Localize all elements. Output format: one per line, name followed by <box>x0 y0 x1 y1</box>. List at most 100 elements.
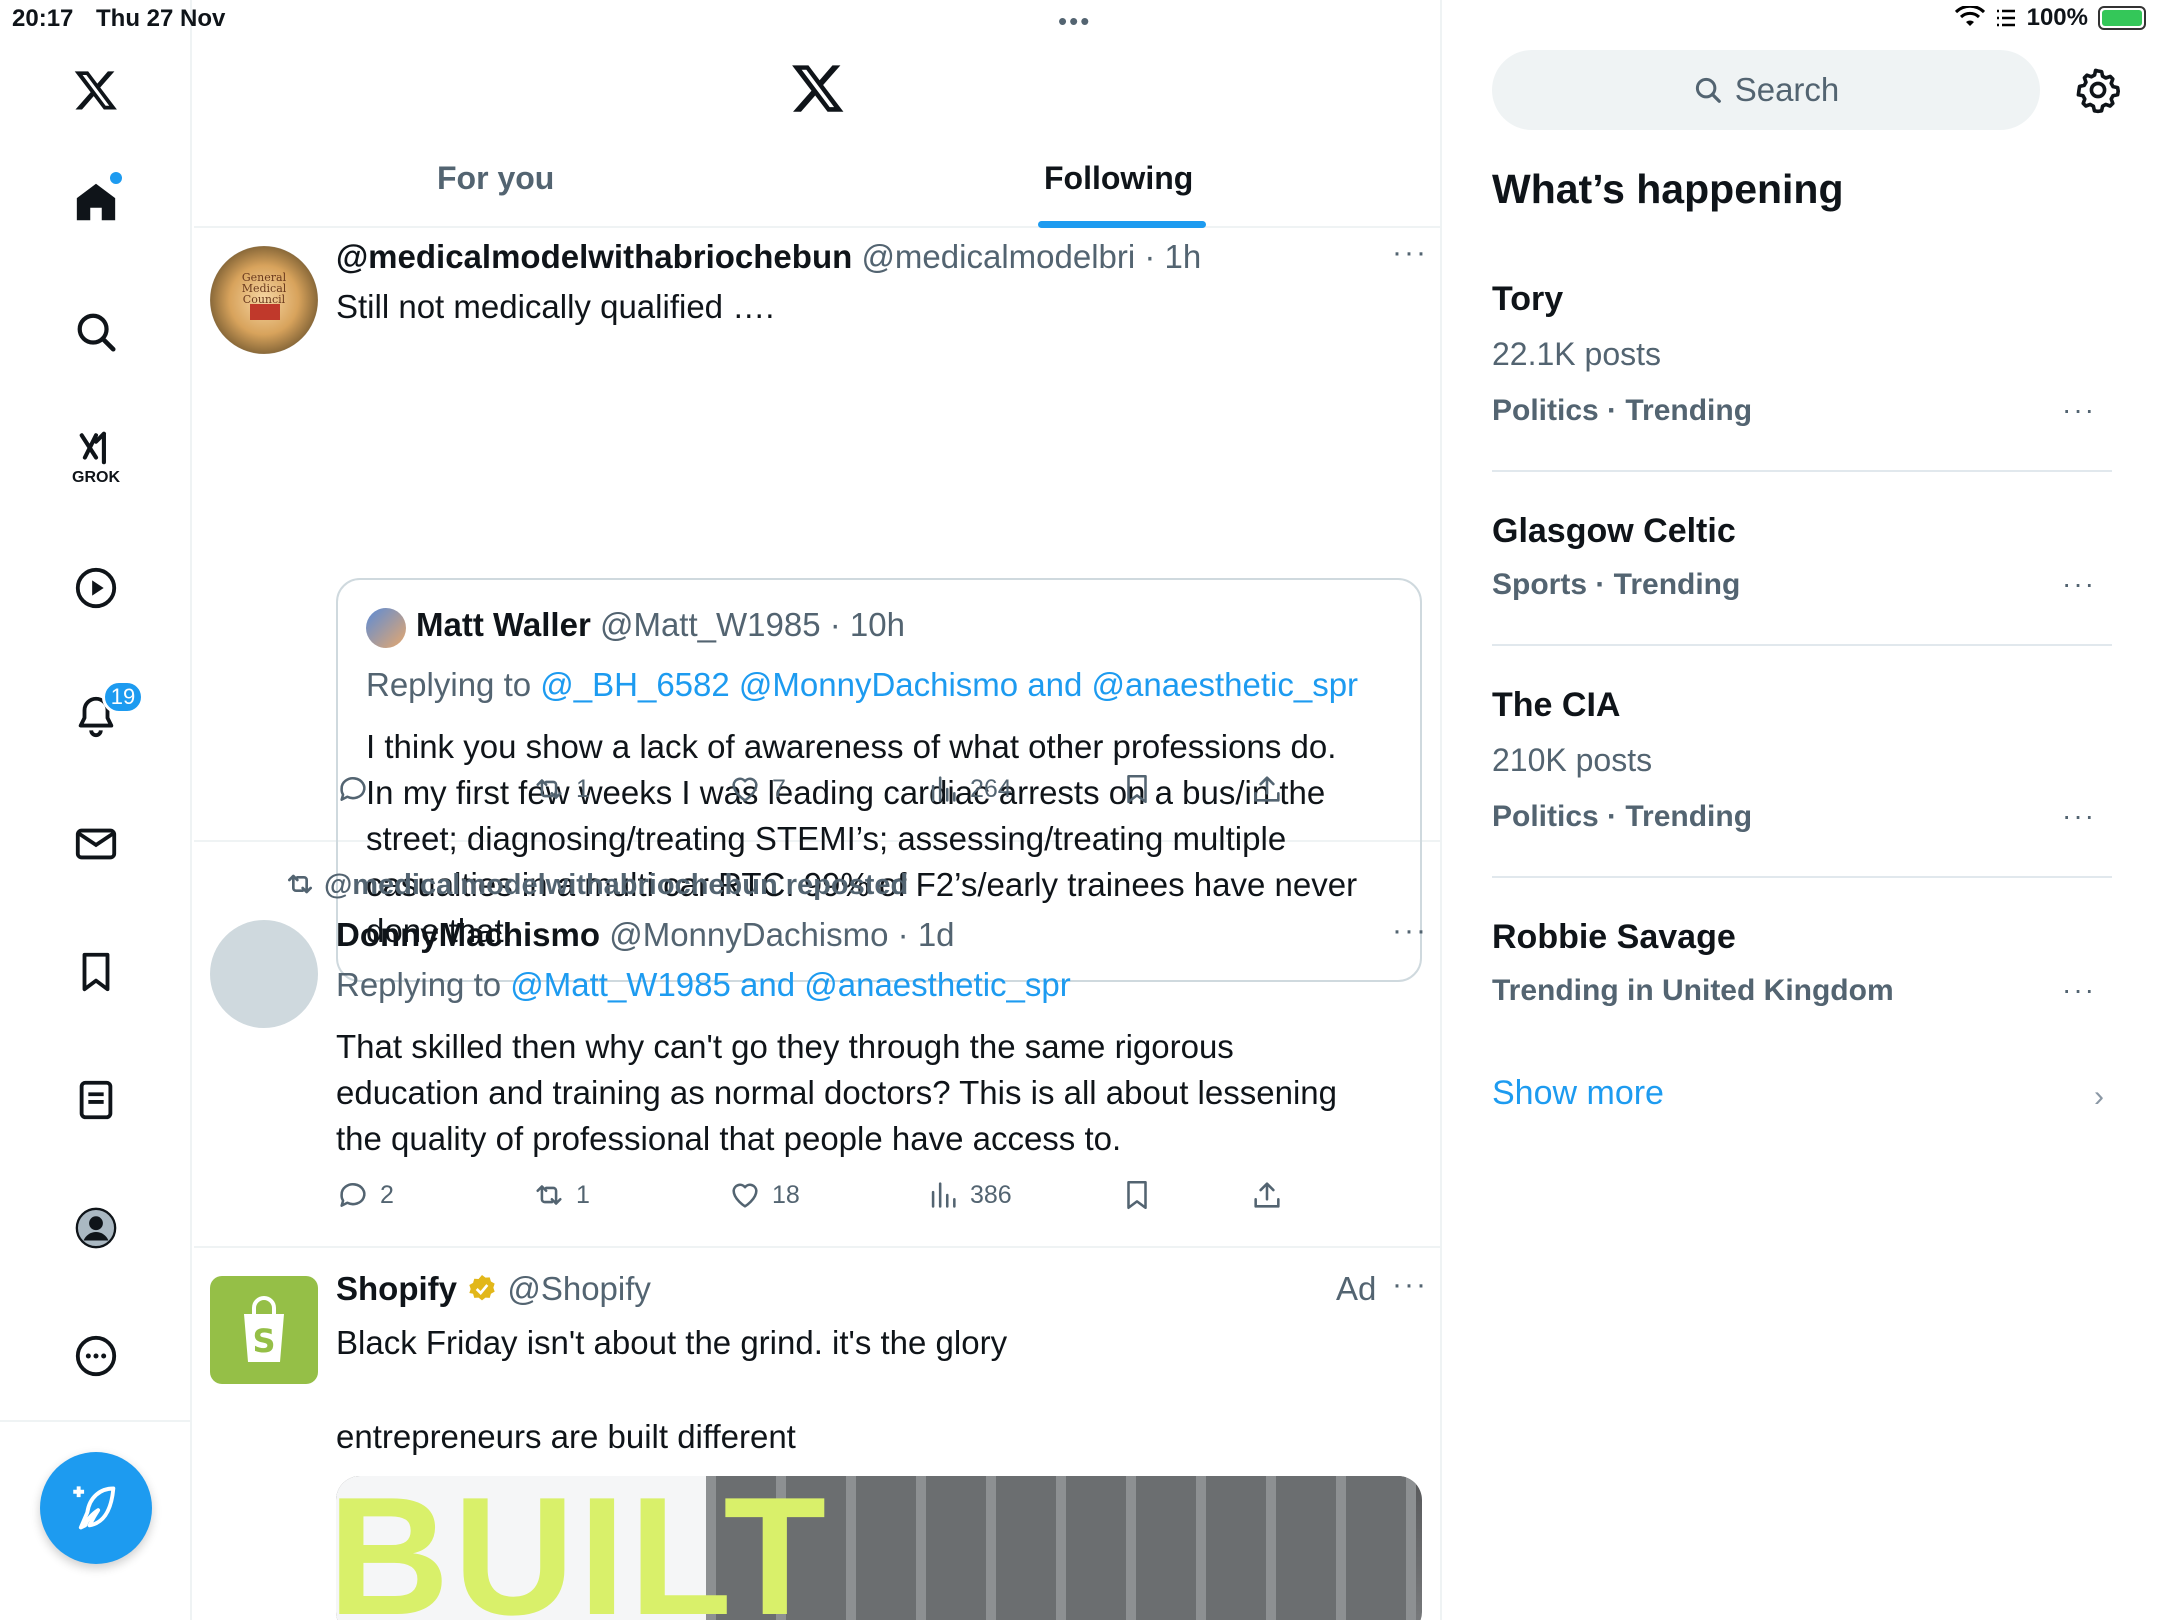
nav-divider <box>0 1420 192 1422</box>
battery-percent: 100% <box>2026 4 2088 31</box>
tweet-line: education and training as normal doctors… <box>336 1074 1337 1111</box>
tab-following[interactable]: Following <box>1044 160 1193 197</box>
x-logo-icon[interactable] <box>56 50 136 130</box>
chevron-right-icon[interactable]: › <box>2094 1080 2104 1114</box>
tweet-text: Still not medically qualified …. <box>336 288 775 325</box>
author-name[interactable]: Shopify <box>336 1270 457 1307</box>
ad-media-image[interactable]: BUILT <box>336 1476 1422 1620</box>
heart-icon <box>732 1183 758 1208</box>
more-options-icon[interactable] <box>56 1316 136 1396</box>
tweet-line: That skilled then why can't go they thro… <box>336 1028 1234 1065</box>
home-icon[interactable] <box>56 162 136 242</box>
explore-search-icon[interactable] <box>56 292 136 372</box>
x-logo-icon[interactable] <box>790 60 846 116</box>
like-count: 18 <box>772 1180 800 1209</box>
reply-button[interactable] <box>336 772 380 806</box>
repost-indicator-icon <box>288 874 312 894</box>
tab-for-you[interactable]: For you <box>437 160 554 197</box>
like-button[interactable]: 18 <box>728 1178 800 1212</box>
profile-avatar-icon[interactable] <box>56 1188 136 1268</box>
trend-more-icon[interactable]: ··· <box>2062 800 2096 832</box>
quoted-author-name[interactable]: Matt Waller <box>416 606 591 643</box>
svg-text:S: S <box>252 1322 275 1360</box>
show-more-link[interactable]: Show more <box>1492 1074 1664 1113</box>
trend-count: 22.1K posts <box>1492 336 1661 372</box>
right-sidebar: Search What’s happening Tory 22.1K posts… <box>1444 0 2160 1620</box>
repost-label[interactable]: @medicalmodelwithabriochebun reposted <box>324 869 908 901</box>
bookmark-icon <box>1127 1180 1147 1210</box>
tweet-line: the quality of professional that people … <box>336 1120 1122 1157</box>
quoted-avatar[interactable] <box>366 608 406 648</box>
views-bar-chart-icon <box>931 776 956 802</box>
trend-item[interactable]: Robbie Savage Trending in United Kingdom… <box>1492 918 2112 1028</box>
svg-text:Council: Council <box>243 293 286 306</box>
ad-label: Ad <box>1336 1270 1377 1307</box>
share-button[interactable] <box>1250 1178 1284 1212</box>
trend-more-icon[interactable]: ··· <box>2062 974 2096 1006</box>
trend-category: Politics · Trending <box>1492 800 1753 833</box>
status-time: 20:17 <box>12 5 74 32</box>
trend-item[interactable]: Tory 22.1K posts Politics · Trending ··· <box>1492 280 2112 472</box>
trend-more-icon[interactable]: ··· <box>2062 394 2096 426</box>
settings-gear-icon[interactable] <box>2074 66 2122 114</box>
share-button[interactable] <box>1250 772 1284 806</box>
bookmark-button[interactable] <box>1120 772 1154 806</box>
replying-to-label: Replying to <box>366 666 541 703</box>
lists-icon[interactable] <box>56 1060 136 1140</box>
trend-count: 210K posts <box>1492 742 1653 778</box>
author-name[interactable]: @medicalmodelwithabriochebun <box>336 238 852 275</box>
trend-divider <box>1492 876 2112 878</box>
repost-icon <box>536 1185 562 1205</box>
search-input[interactable]: Search <box>1492 50 2040 130</box>
repost-icon <box>536 779 562 799</box>
tweet-time: · 1d <box>897 916 955 953</box>
shopify-logo-icon[interactable]: S <box>210 1276 318 1384</box>
compose-post-button[interactable] <box>40 1452 152 1564</box>
tweet[interactable]: General Medical Council @medicalmodelwitha… <box>194 230 1440 982</box>
views-button[interactable]: 386 <box>926 1178 1012 1212</box>
tweet-text-line1: Black Friday isn't about the grind. it's… <box>336 1324 1008 1361</box>
avatar[interactable]: General Medical Council <box>210 246 318 354</box>
active-tab-indicator <box>1038 221 1206 228</box>
reply-button[interactable]: 2 <box>336 1178 394 1212</box>
replying-to-handles[interactable]: @Matt_W1985 and @anaesthetic_spr <box>510 966 1070 1003</box>
tweet-time: · 1h <box>1144 238 1202 275</box>
notifications-bell-icon[interactable]: 19 <box>56 676 144 756</box>
video-play-icon[interactable] <box>56 548 136 628</box>
author-handle[interactable]: @MonnyDachismo <box>609 916 888 953</box>
whats-happening-title: What’s happening <box>1492 166 1844 212</box>
promoted-tweet[interactable]: S Shopify @Shopify Ad ··· Black Friday i… <box>194 1250 1440 1620</box>
messages-envelope-icon[interactable] <box>56 804 136 884</box>
tweet-more-icon[interactable]: ··· <box>1392 1268 1428 1302</box>
repost-count: 1 <box>576 1180 590 1209</box>
bookmark-icon <box>1127 774 1147 804</box>
views-count: 386 <box>970 1180 1012 1209</box>
reply-count: 2 <box>380 1180 394 1209</box>
repost-button[interactable]: 1 <box>532 772 590 806</box>
tweet[interactable]: @medicalmodelwithabriochebun reposted Do… <box>194 844 1440 1248</box>
quoted-time: · 10h <box>829 606 905 643</box>
bookmark-button[interactable] <box>1120 1178 1154 1212</box>
author-handle[interactable]: @Shopify <box>507 1270 651 1307</box>
tweet-actions: 1 7 264 <box>336 772 1316 812</box>
trend-category: Sports · Trending <box>1492 568 1741 601</box>
replying-to-label: Replying to <box>336 966 511 1003</box>
trend-item[interactable]: The CIA 210K posts Politics · Trending ·… <box>1492 686 2112 878</box>
author-name[interactable]: DonnyMachismo <box>336 916 600 953</box>
trend-more-icon[interactable]: ··· <box>2062 568 2096 600</box>
tweet-more-icon[interactable]: ··· <box>1392 914 1428 948</box>
tweet-more-icon[interactable]: ··· <box>1392 236 1428 270</box>
main-timeline: For you Following General Medical Council … <box>194 0 1442 1620</box>
grok-icon[interactable]: GROK <box>56 418 136 498</box>
left-navigation: GROK 19 <box>0 0 192 1620</box>
quoted-author-handle[interactable]: @Matt_W1985 <box>600 606 821 643</box>
trend-item[interactable]: Glasgow Celtic Sports · Trending ··· <box>1492 512 2112 646</box>
like-button[interactable]: 7 <box>728 772 786 806</box>
author-handle[interactable]: @medicalmodelbri <box>861 238 1135 275</box>
views-button[interactable]: 264 <box>926 772 1012 806</box>
multitasking-dots-icon[interactable]: ••• <box>1058 6 1091 37</box>
bookmarks-icon[interactable] <box>56 932 136 1012</box>
repost-button[interactable]: 1 <box>532 1178 590 1212</box>
replying-to-handles[interactable]: @_BH_6582 @MonnyDachismo and @anaestheti… <box>540 666 1358 703</box>
avatar[interactable] <box>210 920 318 1028</box>
